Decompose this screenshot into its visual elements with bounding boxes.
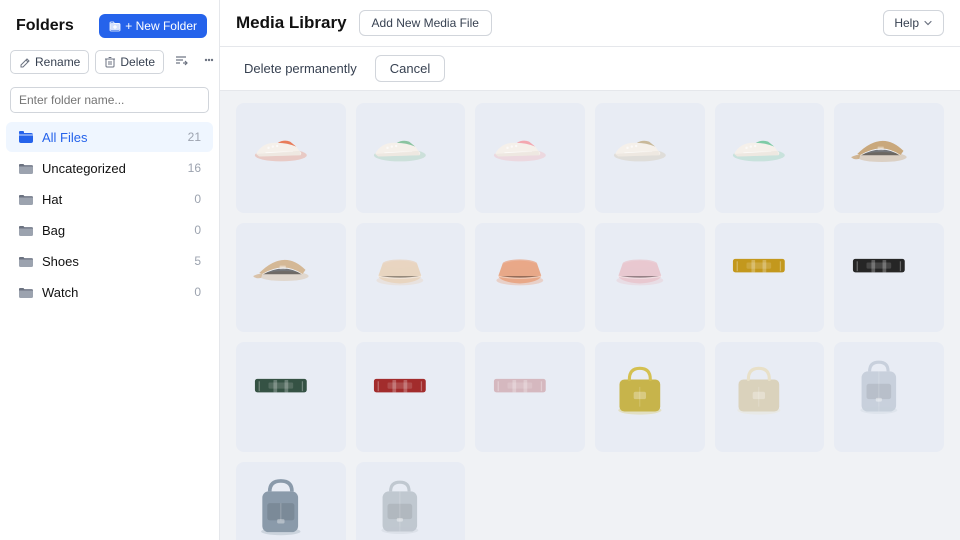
folder-count-uncategorized: 16 xyxy=(188,161,201,175)
media-grid-area xyxy=(220,91,960,540)
media-item[interactable] xyxy=(595,342,705,452)
media-thumbnail xyxy=(848,117,930,199)
media-thumbnail xyxy=(609,236,691,318)
folder-count-watch: 0 xyxy=(194,285,201,299)
media-thumbnail xyxy=(609,117,691,199)
folder-icon xyxy=(18,191,34,207)
delete-permanently-button[interactable]: Delete permanently xyxy=(236,57,365,80)
page-title: Media Library xyxy=(236,13,347,33)
folder-name-uncategorized: Uncategorized xyxy=(42,161,188,176)
folder-name-shoes: Shoes xyxy=(42,254,194,269)
sidebar: Folders + New Folder Rename xyxy=(0,0,220,540)
sidebar-item-uncategorized[interactable]: Uncategorized16 xyxy=(6,153,213,183)
add-media-button[interactable]: Add New Media File xyxy=(359,10,492,36)
folder-icon xyxy=(18,222,34,238)
rename-button[interactable]: Rename xyxy=(10,50,89,74)
folder-input-wrapper xyxy=(0,83,219,121)
media-thumbnail xyxy=(369,356,451,438)
media-item[interactable] xyxy=(834,342,944,452)
delete-label: Delete xyxy=(120,55,155,69)
media-item[interactable] xyxy=(356,342,466,452)
folder-plus-icon xyxy=(109,20,121,32)
media-item[interactable] xyxy=(595,223,705,333)
sidebar-actions: Rename Delete xyxy=(0,48,219,83)
more-options-button[interactable] xyxy=(198,49,220,74)
media-thumbnail xyxy=(728,356,810,438)
add-media-label: Add New Media File xyxy=(372,16,479,30)
media-item[interactable] xyxy=(595,103,705,213)
media-thumbnail xyxy=(489,236,571,318)
media-thumbnail xyxy=(848,356,930,438)
media-thumbnail xyxy=(848,236,930,318)
folder-name-hat: Hat xyxy=(42,192,194,207)
folder-count-bag: 0 xyxy=(194,223,201,237)
media-thumbnail xyxy=(250,356,332,438)
help-button[interactable]: Help xyxy=(883,10,944,36)
all-files-icon xyxy=(18,129,34,145)
media-item[interactable] xyxy=(475,103,585,213)
media-thumbnail xyxy=(728,117,810,199)
chevron-down-icon xyxy=(923,18,933,28)
delete-perm-label: Delete permanently xyxy=(244,61,357,76)
media-item[interactable] xyxy=(356,462,466,540)
sidebar-item-shoes[interactable]: Shoes5 xyxy=(6,246,213,276)
media-grid xyxy=(236,103,944,540)
media-item[interactable] xyxy=(236,103,346,213)
action-bar: Delete permanently Cancel xyxy=(220,47,960,91)
help-label: Help xyxy=(894,16,919,30)
media-thumbnail xyxy=(728,236,810,318)
media-item[interactable] xyxy=(356,223,466,333)
main-header: Media Library Add New Media File Help xyxy=(220,0,960,47)
sidebar-item-bag[interactable]: Bag0 xyxy=(6,215,213,245)
media-item[interactable] xyxy=(715,342,825,452)
media-item[interactable] xyxy=(236,462,346,540)
more-icon xyxy=(202,53,216,67)
cancel-label: Cancel xyxy=(390,61,430,76)
rename-label: Rename xyxy=(35,55,80,69)
media-thumbnail xyxy=(369,236,451,318)
sort-icon xyxy=(174,53,188,67)
media-thumbnail xyxy=(489,356,571,438)
media-item[interactable] xyxy=(834,103,944,213)
media-item[interactable] xyxy=(834,223,944,333)
sort-button[interactable] xyxy=(170,49,192,74)
sidebar-item-all-files[interactable]: All Files21 xyxy=(6,122,213,152)
media-thumbnail xyxy=(250,236,332,318)
folder-name-watch: Watch xyxy=(42,285,194,300)
media-item[interactable] xyxy=(356,103,466,213)
media-item[interactable] xyxy=(475,342,585,452)
new-folder-button[interactable]: + New Folder xyxy=(99,14,207,38)
media-item[interactable] xyxy=(236,223,346,333)
media-thumbnail xyxy=(369,476,451,540)
folder-list: All Files21 Uncategorized16 Hat0 Bag0 Sh… xyxy=(0,121,219,540)
trash-icon xyxy=(104,56,116,68)
folder-name-input[interactable] xyxy=(10,87,209,113)
media-thumbnail xyxy=(609,356,691,438)
media-item[interactable] xyxy=(236,342,346,452)
folder-icon xyxy=(18,284,34,300)
cancel-button[interactable]: Cancel xyxy=(375,55,445,82)
sidebar-item-hat[interactable]: Hat0 xyxy=(6,184,213,214)
sidebar-title: Folders xyxy=(16,17,74,35)
rename-icon xyxy=(19,56,31,68)
delete-button[interactable]: Delete xyxy=(95,50,164,74)
media-item[interactable] xyxy=(715,223,825,333)
media-item[interactable] xyxy=(715,103,825,213)
folder-count-all-files: 21 xyxy=(188,130,201,144)
sidebar-header: Folders + New Folder xyxy=(0,0,219,48)
main-area: Media Library Add New Media File Help De… xyxy=(220,0,960,540)
folder-name-bag: Bag xyxy=(42,223,194,238)
folder-icon xyxy=(18,160,34,176)
folder-name-all-files: All Files xyxy=(42,130,188,145)
sidebar-item-watch[interactable]: Watch0 xyxy=(6,277,213,307)
media-item[interactable] xyxy=(475,223,585,333)
media-thumbnail xyxy=(369,117,451,199)
folder-icon xyxy=(18,253,34,269)
media-thumbnail xyxy=(250,476,332,540)
folder-count-shoes: 5 xyxy=(194,254,201,268)
new-folder-label: + New Folder xyxy=(125,19,197,33)
media-thumbnail xyxy=(250,117,332,199)
folder-count-hat: 0 xyxy=(194,192,201,206)
media-thumbnail xyxy=(489,117,571,199)
